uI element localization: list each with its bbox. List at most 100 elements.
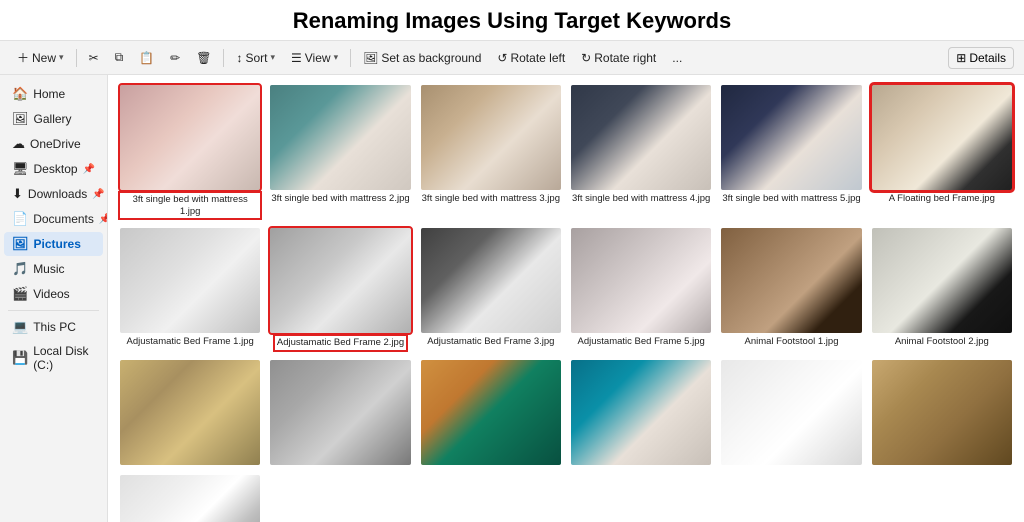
image-filename: 3ft single bed with mattress 3.jpg: [422, 193, 560, 204]
image-item[interactable]: 3ft single bed with mattress 3.jpg: [419, 83, 563, 220]
sidebar-item-thispc[interactable]: 💻This PC: [4, 315, 103, 339]
sidebar-item-gallery[interactable]: 🖼Gallery: [4, 107, 103, 131]
page-title: Renaming Images Using Target Keywords: [0, 0, 1024, 41]
sidebar-label: OneDrive: [30, 137, 81, 151]
rotate-left-button[interactable]: ↺ Rotate left: [490, 48, 572, 68]
image-filename: Adjustamatic Bed Frame 1.jpg: [127, 336, 254, 347]
image-filename: 3ft single bed with mattress 5.jpg: [722, 193, 860, 204]
localdisk-icon: 💾: [12, 350, 28, 366]
sep1: [76, 49, 77, 67]
sidebar-label: Local Disk (C:): [33, 344, 95, 372]
image-item[interactable]: Adjustamatic Bed Frame 3.jpg: [419, 226, 563, 352]
sidebar-item-documents[interactable]: 📄Documents📌: [4, 207, 103, 231]
music-icon: 🎵: [12, 261, 28, 277]
image-item[interactable]: [719, 358, 863, 467]
new-button[interactable]: ＋ New ▾: [10, 46, 71, 69]
image-thumbnail: [421, 360, 561, 465]
image-item[interactable]: [870, 358, 1014, 467]
image-item[interactable]: Adjustamatic Bed Frame 5.jpg: [569, 226, 713, 352]
copy-button[interactable]: ⧉: [108, 47, 131, 68]
image-item[interactable]: [419, 358, 563, 467]
image-filename: Adjustamatic Bed Frame 5.jpg: [578, 336, 705, 347]
image-thumbnail: [120, 360, 260, 465]
image-item[interactable]: Animal Footstool 1.jpg: [719, 226, 863, 352]
image-item[interactable]: [268, 358, 412, 467]
downloads-icon: ⬇: [12, 186, 23, 202]
more-button[interactable]: ...: [665, 48, 689, 68]
image-thumbnail: [421, 228, 561, 333]
paste-button[interactable]: 📋: [132, 48, 161, 68]
image-filename: 3ft single bed with mattress 1.jpg: [120, 193, 260, 218]
image-thumbnail: [571, 360, 711, 465]
sidebar-item-music[interactable]: 🎵Music: [4, 257, 103, 281]
image-grid: 3ft single bed with mattress 1.jpg 3ft si…: [118, 83, 1014, 522]
details-button[interactable]: ⊞ Details: [948, 47, 1014, 69]
image-item[interactable]: A Floating bed Frame.jpg: [870, 83, 1014, 220]
image-item[interactable]: [118, 358, 262, 467]
image-thumbnail: [872, 360, 1012, 465]
cut-button[interactable]: ✂: [82, 48, 106, 68]
sidebar-item-home[interactable]: 🏠 Home: [4, 82, 103, 106]
set-bg-button[interactable]: 🖼 Set as background: [356, 48, 488, 68]
sidebar-label: Desktop: [34, 162, 78, 176]
image-item[interactable]: 3ft single bed with mattress 5.jpg: [719, 83, 863, 220]
image-thumbnail: [872, 85, 1012, 190]
sep3: [350, 49, 351, 67]
image-item[interactable]: Animal Footstool 2.jpg: [870, 226, 1014, 352]
paste-icon: 📋: [139, 51, 154, 65]
onedrive-icon: ☁: [12, 136, 25, 152]
image-item[interactable]: 3ft single bed with mattress 1.jpg: [118, 83, 262, 220]
sort-chevron-icon: ▾: [270, 52, 275, 63]
delete-icon: 🗑: [196, 51, 211, 65]
image-item[interactable]: [569, 358, 713, 467]
details-icon: ⊞: [956, 51, 966, 65]
rename-icon: ✏: [170, 51, 180, 65]
home-icon: 🏠: [12, 86, 28, 102]
new-icon: ＋: [17, 49, 29, 66]
view-icon: ☰: [291, 51, 302, 65]
image-thumbnail: [120, 228, 260, 333]
sep2: [223, 49, 224, 67]
rotate-right-icon: ↻: [581, 51, 591, 65]
rename-button[interactable]: ✏: [163, 48, 187, 68]
image-filename: Animal Footstool 1.jpg: [744, 336, 838, 347]
sidebar-label: Downloads: [28, 187, 87, 201]
cut-icon: ✂: [89, 51, 99, 65]
delete-button[interactable]: 🗑: [189, 48, 218, 68]
image-thumbnail: [721, 228, 861, 333]
sidebar-item-pictures[interactable]: 🖼Pictures: [4, 232, 103, 256]
image-thumbnail: [120, 85, 260, 190]
toolbar: ＋ New ▾ ✂ ⧉ 📋 ✏ 🗑 ↕ Sort ▾ ☰ View ▾ 🖼 Se…: [0, 41, 1024, 75]
sidebar-item-desktop[interactable]: 🖥Desktop📌: [4, 157, 103, 181]
main-area: 🏠Home🖼Gallery☁OneDrive🖥Desktop📌⬇Download…: [0, 75, 1024, 522]
documents-icon: 📄: [12, 211, 28, 227]
sort-button[interactable]: ↕ Sort ▾: [229, 48, 282, 68]
rotate-right-button[interactable]: ↻ Rotate right: [574, 48, 663, 68]
new-chevron-icon: ▾: [59, 52, 64, 63]
image-item[interactable]: [118, 473, 262, 522]
image-thumbnail: [721, 85, 861, 190]
image-item[interactable]: 3ft single bed with mattress 2.jpg: [268, 83, 412, 220]
view-chevron-icon: ▾: [334, 52, 339, 63]
sidebar-label: Videos: [33, 287, 69, 301]
image-thumbnail: [120, 475, 260, 522]
desktop-icon: 🖥: [12, 161, 29, 177]
image-item[interactable]: 3ft single bed with mattress 4.jpg: [569, 83, 713, 220]
sidebar-label: Home: [33, 87, 65, 101]
sidebar-label: Gallery: [34, 112, 72, 126]
image-filename: Adjustamatic Bed Frame 3.jpg: [427, 336, 554, 347]
sidebar-item-onedrive[interactable]: ☁ OneDrive: [4, 132, 103, 156]
sidebar-label: This PC: [33, 320, 76, 334]
image-filename: Animal Footstool 2.jpg: [895, 336, 989, 347]
image-filename: 3ft single bed with mattress 2.jpg: [271, 193, 409, 204]
sidebar-item-videos[interactable]: 🎬Videos: [4, 282, 103, 306]
view-button[interactable]: ☰ View ▾: [284, 48, 345, 68]
image-filename: Adjustamatic Bed Frame 2.jpg: [275, 336, 406, 349]
image-item[interactable]: Adjustamatic Bed Frame 1.jpg: [118, 226, 262, 352]
sidebar-item-downloads[interactable]: ⬇Downloads📌: [4, 182, 103, 206]
sidebar-item-localdisk[interactable]: 💾 Local Disk (C:): [4, 340, 103, 376]
image-item[interactable]: Adjustamatic Bed Frame 2.jpg: [268, 226, 412, 352]
sidebar: 🏠Home🖼Gallery☁OneDrive🖥Desktop📌⬇Download…: [0, 75, 108, 522]
content-area: 3ft single bed with mattress 1.jpg 3ft si…: [108, 75, 1024, 522]
image-thumbnail: [270, 85, 410, 190]
